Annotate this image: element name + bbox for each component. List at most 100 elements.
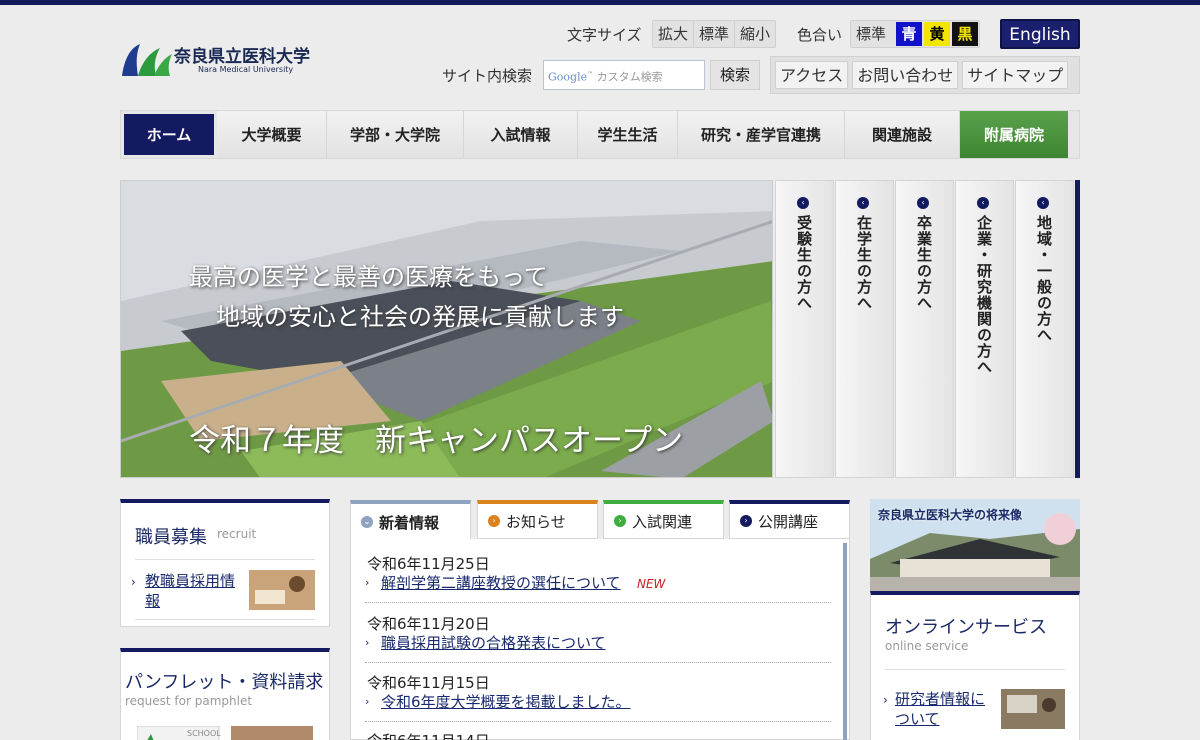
chevron-left-icon: ‹ bbox=[1037, 197, 1049, 209]
tab-label: 新着情報 bbox=[379, 513, 440, 532]
site-search-label: サイト内検索 bbox=[442, 67, 533, 85]
logo-english: Nara Medical University bbox=[198, 65, 294, 74]
color-black-button[interactable]: 黒 bbox=[952, 22, 978, 46]
font-size-small-button[interactable]: 縮小 bbox=[735, 21, 775, 47]
tab-label: 公開講座 bbox=[758, 512, 819, 531]
divider bbox=[135, 559, 315, 560]
chevron-right-icon: › bbox=[883, 693, 888, 707]
nav-facilities[interactable]: 関連施設 bbox=[845, 111, 960, 158]
nav-home[interactable]: ホーム bbox=[124, 114, 214, 155]
researcher-info-link[interactable]: 研究者情報について bbox=[895, 689, 995, 729]
divider bbox=[135, 619, 315, 620]
tab-latest[interactable]: ⌄ 新着情報 bbox=[350, 500, 471, 540]
hero-tagline-2: 地域の安心と社会の発展に貢献します bbox=[216, 303, 624, 331]
university-logo[interactable]: 奈良県立医科大学 Nara Medical University bbox=[120, 38, 330, 80]
logo-japanese: 奈良県立医科大学 bbox=[174, 47, 310, 67]
divider bbox=[885, 669, 1065, 670]
english-button[interactable]: English bbox=[1000, 19, 1080, 49]
sitemap-link[interactable]: サイトマップ bbox=[962, 61, 1069, 89]
news-date: 令和6年11月14日 bbox=[367, 730, 490, 740]
font-size-label: 文字サイズ bbox=[567, 26, 642, 44]
global-navigation: ホーム 大学概要 学部・大学院 入試情報 学生生活 研究・産学官連携 関連施設 … bbox=[120, 110, 1080, 159]
chevron-down-icon: ⌄ bbox=[361, 516, 373, 528]
news-title-link[interactable]: 解剖学第二講座教授の選任について bbox=[381, 572, 621, 593]
online-service-box: オンラインサービス online service › 研究者情報について bbox=[870, 591, 1080, 740]
contact-link[interactable]: お問い合わせ bbox=[852, 61, 959, 89]
access-link[interactable]: アクセス bbox=[775, 61, 849, 89]
new-badge: NEW bbox=[637, 577, 666, 591]
news-date: 令和6年11月25日 bbox=[367, 555, 490, 573]
nav-admissions[interactable]: 入試情報 bbox=[464, 111, 578, 158]
header-links: アクセス お問い合わせ サイトマップ bbox=[770, 56, 1080, 94]
online-service-subtitle: online service bbox=[885, 639, 969, 653]
tab-admissions-news[interactable]: › 入試関連 bbox=[603, 500, 724, 539]
color-yellow-button[interactable]: 黄 bbox=[924, 22, 950, 46]
chevron-left-icon: ‹ bbox=[977, 197, 989, 209]
pamphlet-title: パンフレット・資料請求 bbox=[125, 672, 324, 693]
divider bbox=[365, 602, 831, 603]
audience-tab-label: 卒業生の方へ bbox=[915, 215, 933, 311]
audience-tabs-edge bbox=[1075, 180, 1080, 478]
pamphlet-cover-text: SCHOOL bbox=[187, 729, 221, 738]
color-scheme-label: 色合い bbox=[797, 26, 843, 44]
font-size-standard-button[interactable]: 標準 bbox=[694, 21, 736, 47]
staff-recruitment-link[interactable]: 教職員採用情報 bbox=[145, 571, 235, 611]
news-title-link[interactable]: 職員採用試験の合格発表について bbox=[381, 632, 606, 653]
recruit-box: 職員募集 recruit › 教職員採用情報 bbox=[120, 499, 330, 627]
pamphlet-thumbnails[interactable]: SCHOOL bbox=[137, 726, 313, 740]
news-list: 令和6年11月25日 › 解剖学第二講座教授の選任について NEW 令和6年11… bbox=[350, 539, 850, 740]
hero-banner[interactable]: 最高の医学と最善の医療をもって 地域の安心と社会の発展に貢献します 令和７年度 … bbox=[120, 180, 773, 478]
chevron-right-icon: › bbox=[614, 515, 626, 527]
chevron-left-icon: ‹ bbox=[917, 197, 929, 209]
tab-public-lectures[interactable]: › 公開講座 bbox=[729, 500, 850, 539]
audience-tab-students[interactable]: ‹ 在学生の方へ bbox=[835, 180, 894, 478]
chevron-right-icon: › bbox=[365, 576, 370, 589]
news-title-link[interactable]: 令和6年度大学概要を掲載しました。 bbox=[381, 691, 631, 712]
online-service-title: オンラインサービス bbox=[885, 617, 1047, 638]
color-blue-button[interactable]: 青 bbox=[896, 22, 922, 46]
font-size-switcher: 拡大 標準 縮小 bbox=[652, 20, 777, 48]
chevron-left-icon: ‹ bbox=[797, 197, 809, 209]
recruit-subtitle: recruit bbox=[217, 527, 257, 541]
pamphlet-box: パンフレット・資料請求 request for pamphlet SCHOOL bbox=[120, 648, 330, 740]
audience-tab-companies[interactable]: ‹ 企業・研究機関の方へ bbox=[955, 180, 1014, 478]
audience-tab-applicants[interactable]: ‹ 受験生の方へ bbox=[775, 180, 834, 478]
color-standard-button[interactable]: 標準 bbox=[851, 21, 891, 47]
audience-tab-label: 受験生の方へ bbox=[795, 215, 813, 311]
nav-research[interactable]: 研究・産学官連携 bbox=[678, 111, 845, 158]
google-logo-text: Google bbox=[548, 70, 588, 84]
tab-label: お知らせ bbox=[506, 512, 566, 531]
chevron-right-icon: › bbox=[488, 515, 500, 527]
hero-headline: 令和７年度 新キャンパスオープン bbox=[189, 423, 684, 459]
hero-tagline-1: 最高の医学と最善の医療をもって bbox=[189, 263, 548, 291]
chevron-right-icon: › bbox=[740, 515, 752, 527]
audience-tab-label: 企業・研究機関の方へ bbox=[975, 215, 993, 375]
nav-hospital[interactable]: 附属病院 bbox=[960, 111, 1068, 158]
audience-tab-label: 在学生の方へ bbox=[855, 215, 873, 311]
nav-faculties[interactable]: 学部・大学院 bbox=[327, 111, 464, 158]
audience-tab-label: 地域・一般の方へ bbox=[1035, 215, 1053, 343]
news-scrollbar[interactable] bbox=[843, 543, 847, 740]
pamphlet-subtitle: request for pamphlet bbox=[125, 694, 253, 708]
nav-about[interactable]: 大学概要 bbox=[217, 111, 327, 158]
audience-tab-community[interactable]: ‹ 地域・一般の方へ bbox=[1015, 180, 1074, 478]
audience-tab-alumni[interactable]: ‹ 卒業生の方へ bbox=[895, 180, 954, 478]
future-vision-banner[interactable]: 奈良県立医科大学の将来像 bbox=[870, 499, 1080, 591]
future-vision-title: 奈良県立医科大学の将来像 bbox=[878, 508, 1023, 522]
logo-mark-icon bbox=[122, 44, 172, 76]
chevron-right-icon: › bbox=[131, 575, 136, 589]
chevron-left-icon: ‹ bbox=[857, 197, 869, 209]
recruit-title: 職員募集 bbox=[135, 527, 207, 548]
divider bbox=[365, 662, 831, 663]
divider bbox=[365, 721, 831, 722]
search-input[interactable]: Google™ カスタム検索 bbox=[543, 60, 705, 90]
tab-notices[interactable]: › お知らせ bbox=[477, 500, 598, 539]
audience-tabs: ‹ 受験生の方へ ‹ 在学生の方へ ‹ 卒業生の方へ ‹ 企業・研究機関の方へ … bbox=[775, 180, 1080, 478]
font-size-large-button[interactable]: 拡大 bbox=[653, 21, 695, 47]
chevron-right-icon: › bbox=[365, 695, 370, 708]
search-placeholder: カスタム検索 bbox=[596, 70, 663, 84]
search-button[interactable]: 検索 bbox=[710, 60, 760, 90]
researcher-thumbnail[interactable] bbox=[1001, 689, 1065, 729]
nav-student-life[interactable]: 学生生活 bbox=[578, 111, 678, 158]
recruit-thumbnail[interactable] bbox=[249, 570, 315, 610]
